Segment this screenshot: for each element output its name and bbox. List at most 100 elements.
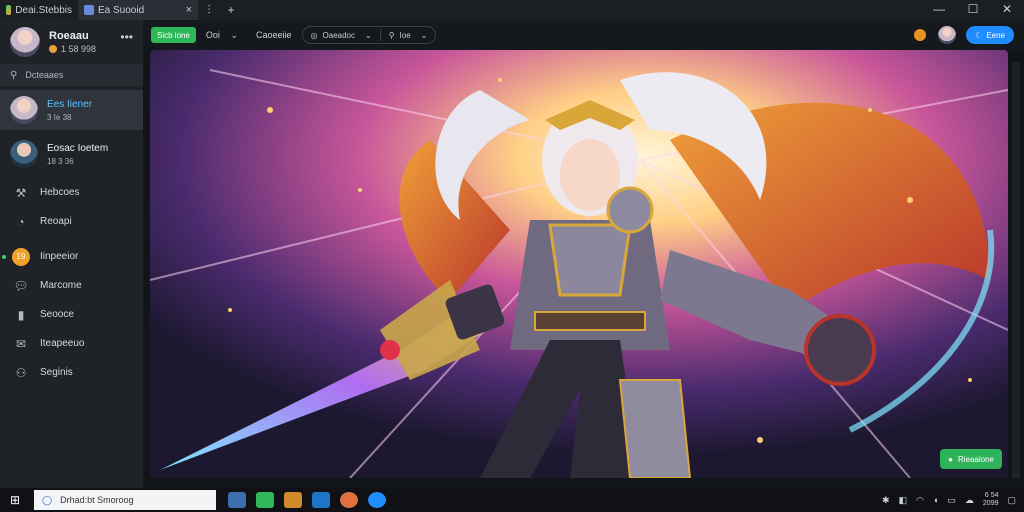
taskbar-app-store-icon[interactable] xyxy=(312,492,330,508)
belt xyxy=(534,311,646,331)
orange-badge-icon: 19 xyxy=(12,247,30,266)
online-dot-icon xyxy=(2,255,6,259)
split-icon[interactable]: ⫶ xyxy=(198,3,220,18)
mail-icon: ✉ xyxy=(15,336,27,351)
profile-name: Roeaau xyxy=(49,30,89,42)
user-profile[interactable]: Roeaau 1 58 998 ••• xyxy=(0,20,143,64)
scrollbar[interactable] xyxy=(1012,62,1020,478)
coin-icon xyxy=(49,45,57,53)
battery-icon[interactable]: ▭ xyxy=(947,495,956,506)
notification-center-icon[interactable]: ▢ xyxy=(1007,495,1016,506)
bookmark-icon: ▮ xyxy=(17,307,25,322)
sidebar-item-marcome[interactable]: 💬︎ Marcome xyxy=(0,271,143,300)
more-icon[interactable]: ••• xyxy=(120,30,133,44)
clock[interactable]: 6 54 2099 xyxy=(983,492,999,508)
system-tray: ✱ ◧ ◠ ◖ ▭ ☁ 6 54 2099 ▢ xyxy=(873,488,1016,512)
sidebar: Roeaau 1 58 998 ••• ⚲ Dcteaaes Ees Iiene… xyxy=(0,20,143,488)
close-button[interactable]: ✕ xyxy=(990,0,1024,20)
taskbar-search[interactable]: ◯ Drhad:bt Smoroog xyxy=(34,490,216,510)
tab-close-icon[interactable]: × xyxy=(186,4,192,16)
search-icon: ⚲ xyxy=(388,30,395,40)
sidebar-item-label: Marcome xyxy=(40,280,82,291)
chevron-down-icon: ⌄ xyxy=(420,30,428,40)
sidebar-item-label: Iinpeeior xyxy=(40,251,79,262)
search-icon: ⚲ xyxy=(10,69,18,81)
bluetooth-icon[interactable]: ✱ xyxy=(882,495,890,506)
friend-sub: 3 Ie 38 xyxy=(47,112,72,122)
avatar[interactable] xyxy=(938,26,957,44)
cloud-icon[interactable]: ☁ xyxy=(965,495,974,506)
toolbar-pill[interactable]: ◎ Oaeadoc ⌄ ⚲ Ioe ⌄ xyxy=(301,26,437,44)
sidebar-item-reoapi[interactable]: ◔ Reoapi xyxy=(0,207,143,236)
maximize-button[interactable]: ☐ xyxy=(956,0,990,20)
dropdown-label: Ooi xyxy=(205,29,220,40)
profile-sub: 1 58 998 xyxy=(49,44,96,54)
app-tab-label: Deai.Stebbis xyxy=(15,4,72,16)
greave xyxy=(618,379,692,478)
status-dot-icon: ● xyxy=(948,454,953,464)
wifi-icon[interactable]: ◠ xyxy=(916,495,924,506)
blue-button[interactable]: ☾ Eene xyxy=(966,26,1014,44)
sidebar-search-text: Dcteaaes xyxy=(25,70,64,80)
sidebar-search[interactable]: ⚲ Dcteaaes xyxy=(0,64,143,86)
sidebar-item-hebcoes[interactable]: ⚒ Hebcoes xyxy=(0,178,143,207)
link-icon: ◎ xyxy=(310,30,318,40)
windows-start-icon[interactable]: ⊞ xyxy=(0,493,30,507)
chevron-down-icon: ⌄ xyxy=(230,29,238,40)
sidebar-item-seooce[interactable]: ▮ Seooce xyxy=(0,300,143,329)
sidebar-item-iinpeeior[interactable]: 19 Iinpeeior xyxy=(0,242,143,271)
dropdown-ooi[interactable]: Ooi ⌄ xyxy=(206,30,238,41)
taskbar-app-files-icon[interactable] xyxy=(228,492,246,508)
network-icon[interactable]: ◧ xyxy=(899,495,908,506)
sidebar-item-label: Seginis xyxy=(40,367,73,378)
window-controls: — ☐ ✕ xyxy=(922,0,1024,20)
sidebar-item-iteapeeuo[interactable]: ✉ Iteapeeuo xyxy=(0,329,143,358)
taskbar-app-folder-icon[interactable] xyxy=(284,492,302,508)
title-bar: Deai.Stebbis Ea Suooid × ⫶ + — ☐ ✕ xyxy=(0,0,1024,20)
minimize-button[interactable]: — xyxy=(922,0,956,20)
friend-item-2[interactable]: Eosac Ioetem 18 3 36 xyxy=(0,134,143,174)
speaker-icon[interactable]: ◖ xyxy=(933,495,938,505)
pill-right-label: Ioe xyxy=(399,30,411,40)
bell-icon: ◔ xyxy=(17,214,25,229)
taskbar-app-orange-icon[interactable] xyxy=(340,492,358,508)
armor-chest xyxy=(548,223,632,297)
avatar xyxy=(10,27,40,57)
search-icon: ◯ xyxy=(42,494,53,505)
taskbar-app-green-icon[interactable] xyxy=(256,492,274,508)
avatar xyxy=(10,140,38,168)
sidebar-item-label: Reoapi xyxy=(40,216,72,227)
friend-sub: 18 3 36 xyxy=(47,156,74,166)
app-logo-icon xyxy=(6,5,12,15)
clock-time: 6 54 xyxy=(984,492,999,499)
sidebar-item-label: Iteapeeuo xyxy=(40,338,85,349)
users-icon: ⚇ xyxy=(15,365,27,380)
primary-button-label: Sicb ione xyxy=(157,30,190,40)
taskbar: ⊞ ◯ Drhad:bt Smoroog ✱ ◧ ◠ ◖ ▭ ☁ 6 54 20… xyxy=(0,488,1024,512)
sidebar-item-label: Hebcoes xyxy=(40,187,80,198)
active-tab-label: Ea Suooid xyxy=(98,4,145,16)
toolbar-right: ☾ Eene xyxy=(914,26,1014,44)
moon-icon: ☾ xyxy=(975,30,983,40)
notification-icon[interactable] xyxy=(914,29,927,41)
friend-name: Eosac Ioetem xyxy=(47,142,109,154)
chevron-down-icon: ⌄ xyxy=(364,30,372,40)
primary-button[interactable]: Sicb ione xyxy=(151,27,196,43)
friend-name: Ees Iiener xyxy=(47,98,93,110)
pill-divider xyxy=(379,29,381,41)
sword-gem xyxy=(380,340,400,360)
toolbar: Sicb ione Ooi ⌄ Caoeeiie ◎ Oaeadoc ⌄ ⚲ I… xyxy=(143,20,1024,50)
toolbar-label[interactable]: Caoeeiie xyxy=(256,30,292,40)
active-tab[interactable]: Ea Suooid × xyxy=(78,0,198,20)
artwork-viewer[interactable] xyxy=(150,50,1008,478)
sidebar-item-seginis[interactable]: ⚇ Seginis xyxy=(0,358,143,387)
friend-item-1[interactable]: Ees Iiener 3 Ie 38 xyxy=(0,90,143,130)
avatar xyxy=(10,96,38,124)
hammer-icon: ⚒ xyxy=(15,185,27,200)
app-tab[interactable]: Deai.Stebbis xyxy=(0,0,78,20)
sidebar-item-label: Seooce xyxy=(40,309,74,320)
status-badge[interactable]: ● Rieaaione xyxy=(940,449,1002,469)
new-tab-button[interactable]: + xyxy=(220,3,242,17)
taskbar-app-browser-icon[interactable] xyxy=(368,492,386,508)
pill-left-label: Oaeadoc xyxy=(322,30,355,40)
